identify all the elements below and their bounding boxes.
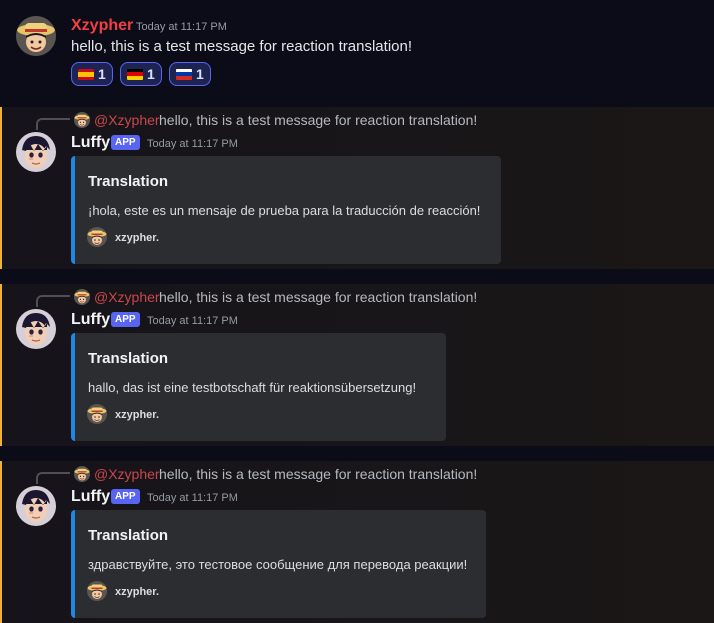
message-timestamp: Today at 11:17 PM	[147, 315, 238, 327]
strawhat-avatar-icon	[87, 227, 107, 247]
embed-description: hallo, das ist eine testbotschaft für re…	[88, 380, 417, 395]
app-badge: APP	[111, 489, 140, 504]
footer-avatar	[87, 581, 107, 601]
user-avatar[interactable]	[16, 16, 56, 56]
spain-flag-icon	[78, 68, 94, 80]
message-luffy-german: @Xzypher hello, this is a test message f…	[0, 284, 714, 446]
translation-embed: Translation здравствуйте, это тестовое с…	[71, 510, 486, 618]
reply-mention[interactable]: @Xzypher	[94, 288, 160, 306]
reaction-count: 1	[196, 66, 204, 82]
footer-avatar	[87, 404, 107, 424]
reply-preview[interactable]: hello, this is a test message for reacti…	[159, 111, 477, 129]
reply-avatar[interactable]	[74, 466, 90, 482]
message-timestamp: Today at 11:17 PM	[147, 492, 238, 504]
reply-avatar[interactable]	[74, 112, 90, 128]
message-author[interactable]: Luffy	[71, 310, 110, 330]
strawhat-avatar-icon	[74, 112, 90, 128]
reply-connector	[36, 295, 70, 307]
app-badge: APP	[111, 135, 140, 150]
strawhat-avatar-icon	[74, 466, 90, 482]
bot-avatar[interactable]	[16, 486, 56, 526]
embed-title: Translation	[88, 527, 169, 544]
embed-title: Translation	[88, 350, 169, 367]
message-xzypher: Xzypher Today at 11:17 PM hello, this is…	[0, 0, 714, 106]
luffy-avatar-icon	[16, 309, 56, 349]
message-author[interactable]: Luffy	[71, 133, 110, 153]
message-author[interactable]: Luffy	[71, 487, 110, 507]
translation-embed: Translation hallo, das ist eine testbots…	[71, 333, 446, 441]
reaction-count: 1	[98, 66, 106, 82]
message-timestamp: Today at 11:17 PM	[147, 138, 238, 150]
message-author[interactable]: Xzypher	[71, 16, 133, 36]
translation-embed: Translation ¡hola, este es un mensaje de…	[71, 156, 501, 264]
embed-title: Translation	[88, 173, 169, 190]
reply-avatar[interactable]	[74, 289, 90, 305]
strawhat-avatar-icon	[87, 404, 107, 424]
reply-preview[interactable]: hello, this is a test message for reacti…	[159, 288, 477, 306]
footer-avatar	[87, 227, 107, 247]
message-content: hello, this is a test message for reacti…	[71, 38, 413, 55]
germany-flag-icon	[127, 68, 143, 80]
message-timestamp: Today at 11:17 PM	[136, 21, 227, 33]
reply-connector	[36, 118, 70, 130]
embed-footer: xzypher.	[115, 232, 160, 244]
embed-description: ¡hola, este es un mensaje de prueba para…	[88, 203, 481, 218]
reply-preview[interactable]: hello, this is a test message for reacti…	[159, 465, 477, 483]
message-luffy-spanish: @Xzypher hello, this is a test message f…	[0, 107, 714, 269]
embed-footer: xzypher.	[115, 586, 160, 598]
reply-mention[interactable]: @Xzypher	[94, 465, 160, 483]
reaction-germany[interactable]: 1	[120, 62, 162, 86]
bot-avatar[interactable]	[16, 132, 56, 172]
strawhat-avatar-icon	[16, 16, 56, 56]
strawhat-avatar-icon	[87, 581, 107, 601]
embed-footer: xzypher.	[115, 409, 160, 421]
app-badge: APP	[111, 312, 140, 327]
reply-mention[interactable]: @Xzypher	[94, 111, 160, 129]
reply-connector	[36, 472, 70, 484]
reaction-spain[interactable]: 1	[71, 62, 113, 86]
russia-flag-icon	[176, 68, 192, 80]
luffy-avatar-icon	[16, 486, 56, 526]
reaction-russia[interactable]: 1	[169, 62, 211, 86]
message-luffy-russian: @Xzypher hello, this is a test message f…	[0, 461, 714, 623]
strawhat-avatar-icon	[74, 289, 90, 305]
bot-avatar[interactable]	[16, 309, 56, 349]
embed-description: здравствуйте, это тестовое сообщение для…	[88, 557, 468, 572]
luffy-avatar-icon	[16, 132, 56, 172]
reaction-count: 1	[147, 66, 155, 82]
